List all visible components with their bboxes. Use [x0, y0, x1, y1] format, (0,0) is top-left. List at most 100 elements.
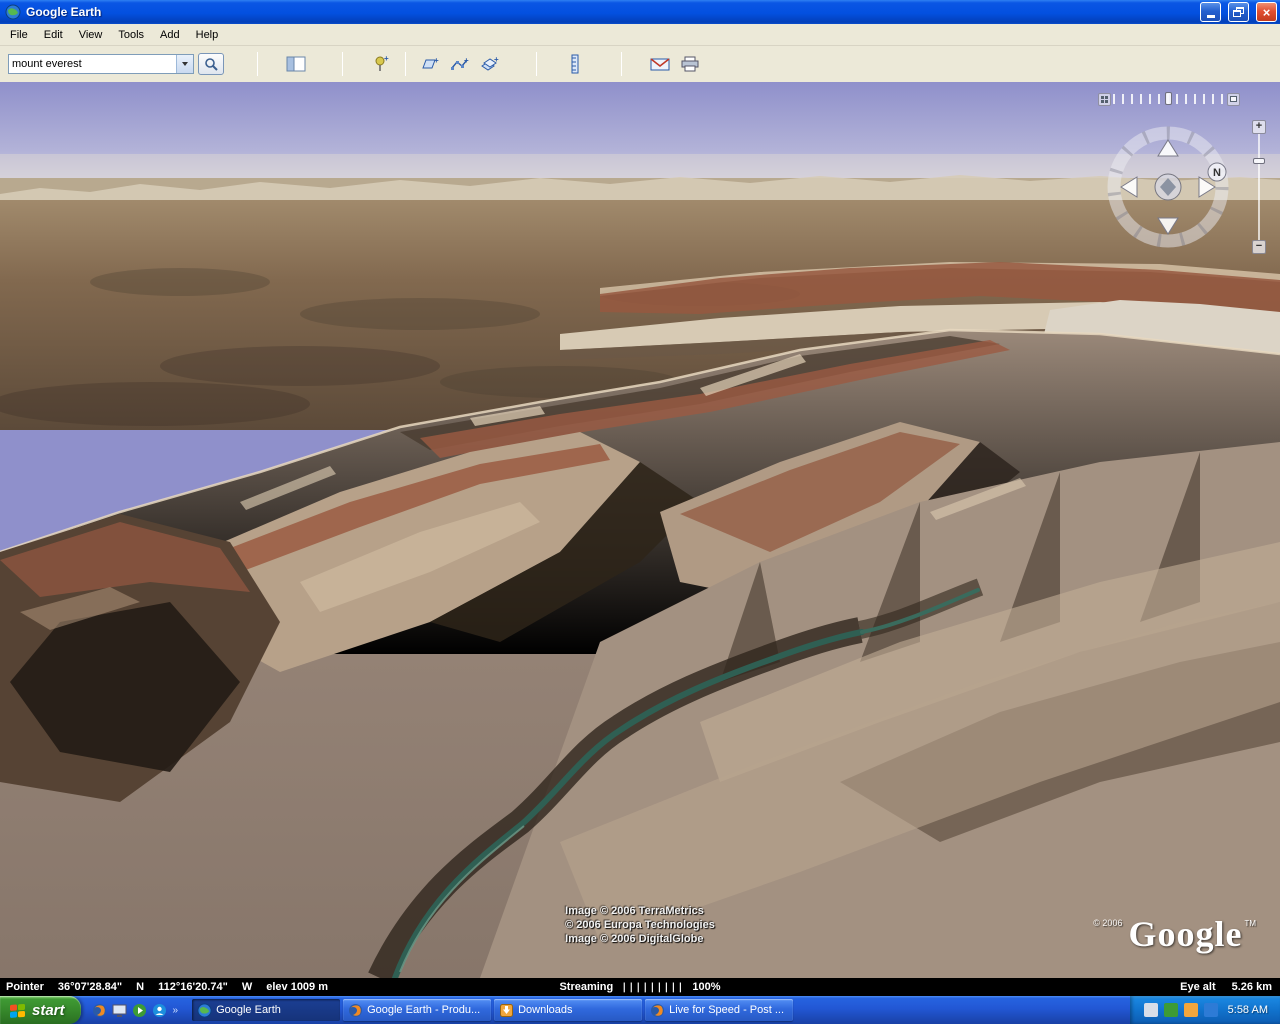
menu-add[interactable]: Add — [152, 26, 188, 44]
task-button-browser-1[interactable]: Google Earth - Produ... — [343, 999, 492, 1021]
svg-text:+: + — [494, 56, 499, 64]
grid-icon — [1101, 95, 1108, 103]
eye-alt-label: Eye alt — [1180, 981, 1216, 993]
quick-launch-firefox-icon[interactable] — [91, 1002, 108, 1019]
sidebar-toggle-button[interactable] — [283, 52, 309, 76]
overview-map-icon — [1230, 96, 1237, 102]
zoom-slider-track[interactable] — [1252, 134, 1266, 240]
north-label: N — [1213, 167, 1221, 179]
tilt-reset-button[interactable] — [1098, 92, 1111, 106]
task-label: Downloads — [518, 1004, 573, 1016]
menu-help[interactable]: Help — [188, 26, 227, 44]
logo-wordmark: Google — [1128, 914, 1243, 954]
pointer-label: Pointer — [6, 981, 44, 993]
terrain-image — [0, 82, 1280, 978]
task-button-google-earth[interactable]: Google Earth — [192, 999, 341, 1021]
task-label: Google Earth — [216, 1004, 281, 1016]
printer-icon — [681, 56, 699, 72]
elevation-value: elev 1009 m — [266, 981, 329, 993]
image-overlay-icon: + — [481, 56, 499, 71]
firefox-task-icon — [349, 1003, 363, 1017]
restore-button[interactable] — [1228, 2, 1249, 22]
attribution-line: © 2006 Europa Technologies — [565, 919, 715, 931]
print-button[interactable] — [677, 52, 703, 76]
firefox-task-icon — [651, 1003, 665, 1017]
svg-text:+: + — [384, 55, 389, 63]
search-input[interactable] — [9, 55, 176, 73]
quick-launch-overflow-chevron[interactable]: » — [171, 1005, 181, 1016]
ruler-icon — [571, 54, 579, 74]
task-label: Google Earth - Produ... — [367, 1004, 481, 1016]
placemark-pushpin-icon: + — [375, 55, 389, 71]
menu-file[interactable]: File — [2, 26, 36, 44]
pan-up-arrow[interactable] — [1157, 139, 1179, 157]
menu-edit[interactable]: Edit — [36, 26, 71, 44]
tray-icon-1[interactable] — [1143, 1003, 1158, 1017]
search-button[interactable] — [198, 53, 224, 75]
quick-launch-media-icon[interactable] — [131, 1002, 148, 1019]
tray-icon-4[interactable] — [1203, 1003, 1218, 1017]
quick-launch-messenger-icon[interactable] — [151, 1002, 168, 1019]
logo-copyright: © 2006 — [1093, 918, 1123, 928]
task-button-browser-2[interactable]: Live for Speed - Post ... — [645, 999, 794, 1021]
compass-navigator[interactable]: N — [1103, 122, 1233, 252]
email-button[interactable] — [647, 52, 673, 76]
attribution-line: Image © 2006 TerraMetrics — [565, 905, 704, 917]
task-buttons: Google Earth Google Earth - Produ... Dow… — [186, 996, 794, 1024]
toolbar: + + + + — [0, 46, 1280, 82]
latitude-value: 36°07'28.84" — [57, 981, 123, 993]
title-bar: Google Earth × — [0, 0, 1280, 24]
tray-icon-3[interactable] — [1183, 1003, 1198, 1017]
zoom-in-button[interactable]: + — [1252, 120, 1266, 134]
pan-left-arrow[interactable] — [1120, 176, 1138, 198]
menu-tools[interactable]: Tools — [110, 26, 152, 44]
restore-icon — [1233, 7, 1244, 17]
tilt-control — [1098, 92, 1240, 106]
add-placemark-button[interactable]: + — [368, 52, 394, 76]
menu-view[interactable]: View — [71, 26, 111, 44]
search-combo — [8, 54, 194, 74]
logo-trademark: TM — [1244, 919, 1256, 928]
quick-launch-bar: » — [81, 996, 187, 1024]
task-label: Live for Speed - Post ... — [669, 1004, 785, 1016]
pointer-coordinates: Pointer 36°07'28.84" N 112°16'20.74" W e… — [0, 981, 342, 993]
quick-launch-desktop-icon[interactable] — [111, 1002, 128, 1019]
chevron-down-icon — [182, 62, 188, 66]
tilt-slider[interactable] — [1113, 92, 1225, 105]
zoom-slider-thumb[interactable] — [1253, 158, 1265, 164]
email-envelope-icon — [650, 57, 670, 70]
add-path-button[interactable]: + — [447, 52, 473, 76]
pan-down-arrow[interactable] — [1157, 217, 1179, 235]
measure-button[interactable] — [562, 52, 588, 76]
add-polygon-button[interactable]: + — [417, 52, 443, 76]
google-earth-window: Google Earth × File Edit View Tools Add … — [0, 0, 1280, 1024]
streaming-progress-bars: ||||||||| — [621, 981, 685, 993]
imagery-attribution: Image © 2006 TerraMetrics © 2006 Europa … — [565, 904, 715, 946]
tilt-slider-thumb[interactable] — [1164, 92, 1172, 105]
tray-icon-2[interactable] — [1163, 1003, 1178, 1017]
start-button[interactable]: start — [0, 996, 81, 1024]
eye-alt-value: 5.26 km — [1231, 981, 1272, 993]
zoom-out-button[interactable]: − — [1252, 240, 1266, 254]
windows-taskbar: start » Google Earth Google Earth - Prod… — [0, 996, 1280, 1024]
search-dropdown-button[interactable] — [176, 55, 193, 73]
taskbar-clock: 5:58 AM — [1227, 1004, 1268, 1016]
close-icon: × — [1262, 4, 1271, 20]
earth-view[interactable]: N + − Image © 2006 TerraMetrics © 2006 E… — [0, 82, 1280, 978]
window-title: Google Earth — [26, 5, 102, 19]
path-icon: + — [451, 56, 469, 70]
overview-map-button[interactable] — [1227, 92, 1240, 106]
latitude-hemisphere: N — [136, 981, 145, 993]
svg-text:+: + — [464, 56, 469, 65]
minimize-button[interactable] — [1200, 2, 1221, 22]
task-button-downloads[interactable]: Downloads — [494, 999, 643, 1021]
eye-altitude: Eye alt 5.26 km — [1180, 981, 1280, 993]
compass-north-button[interactable]: N — [1207, 162, 1227, 182]
polygon-icon: + — [422, 56, 439, 69]
add-image-overlay-button[interactable]: + — [477, 52, 503, 76]
svg-text:+: + — [434, 56, 439, 65]
longitude-hemisphere: W — [241, 981, 253, 993]
google-earth-task-icon — [197, 1002, 212, 1018]
close-button[interactable]: × — [1256, 2, 1277, 22]
streaming-percent: 100% — [692, 981, 721, 993]
